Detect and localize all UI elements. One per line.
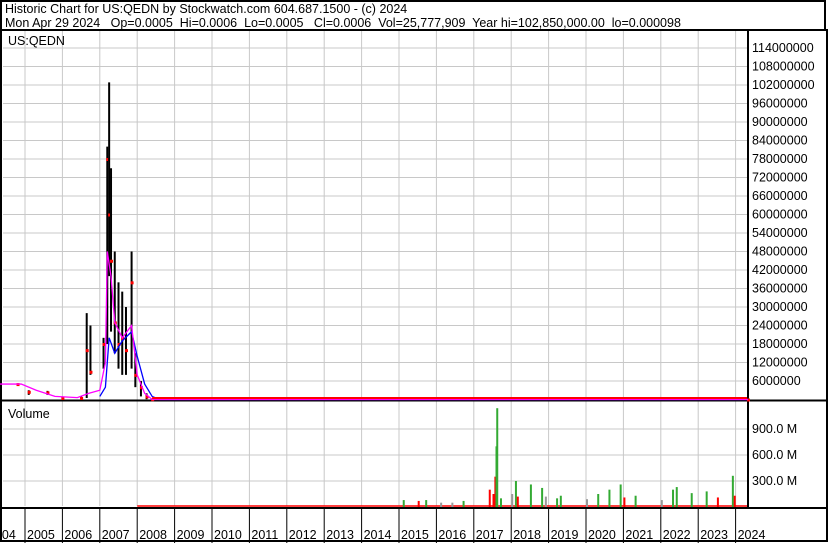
price-tick-label: 54000000 — [752, 226, 808, 240]
x-tick-label: 2013 — [326, 528, 354, 542]
x-tick-label: 2012 — [289, 528, 317, 542]
x-tick-label: 2008 — [139, 528, 167, 542]
volume-tick-label: 900.0 M — [752, 422, 797, 436]
volume-bar — [462, 500, 465, 507]
x-tick-label: 2007 — [102, 528, 130, 542]
volume-bar — [690, 493, 693, 507]
volume-bar — [492, 494, 495, 507]
volume-tick-label: 300.0 M — [752, 474, 797, 488]
close-dot — [27, 390, 31, 394]
price-tick-label: 42000000 — [752, 263, 808, 277]
close-dot — [80, 396, 84, 400]
price-tick-label: 72000000 — [752, 171, 808, 185]
price-tick-label: 12000000 — [752, 356, 808, 370]
volume-bar — [672, 489, 675, 507]
price-panel-title: US:QEDN — [8, 34, 65, 48]
price-tick-label: 18000000 — [752, 337, 808, 351]
x-tick-label: 2010 — [214, 528, 242, 542]
x-tick-label: 2009 — [177, 528, 205, 542]
volume-bar — [556, 498, 559, 507]
volume-bar — [660, 500, 663, 507]
price-tick-label: 6000000 — [752, 374, 801, 388]
volume-bar — [733, 495, 736, 507]
volume-bar — [499, 498, 502, 507]
volume-bar — [705, 491, 708, 507]
volume-bar — [608, 489, 611, 507]
x-tick-label: 2015 — [401, 528, 429, 542]
volume-bar — [529, 484, 532, 507]
volume-bar — [716, 497, 719, 507]
volume-bar — [634, 495, 637, 507]
x-tick-label: 2014 — [364, 528, 392, 542]
price-tick-label: 102000000 — [752, 78, 815, 92]
volume-bar — [451, 502, 454, 507]
chart-window: Historic Chart for US:QEDN by Stockwatch… — [0, 0, 830, 543]
price-tick-label: 90000000 — [752, 115, 808, 129]
x-tick-label: 2005 — [27, 528, 55, 542]
volume-bar — [675, 487, 678, 507]
volume-bar — [516, 496, 519, 507]
volume-bar — [559, 495, 562, 507]
price-tick-label: 30000000 — [752, 300, 808, 314]
price-tick-label: 36000000 — [752, 282, 808, 296]
volume-bar — [586, 499, 588, 507]
volume-panel-title: Volume — [8, 407, 50, 421]
close-dot — [89, 370, 93, 374]
x-tick-label: 2019 — [551, 528, 579, 542]
x-tick-label: 2017 — [476, 528, 504, 542]
price-tick-label: 48000000 — [752, 245, 808, 259]
price-tick-label: 108000000 — [752, 60, 815, 74]
x-tick-label: 2021 — [625, 528, 653, 542]
price-tick-label: 84000000 — [752, 134, 808, 148]
price-tick-label: 78000000 — [752, 152, 808, 166]
volume-bar — [541, 487, 544, 507]
volume-bar — [440, 502, 443, 507]
volume-bar — [544, 496, 547, 507]
volume-bar — [514, 481, 517, 507]
volume-bar — [619, 484, 622, 507]
price-tick-label: 60000000 — [752, 208, 808, 222]
volume-bar — [731, 475, 734, 507]
volume-bar — [425, 500, 428, 507]
price-tick-label: 114000000 — [752, 41, 814, 55]
x-tick-label: 2020 — [588, 528, 616, 542]
x-tick-label: 2018 — [513, 528, 541, 542]
chart-svg: 114000000 108000000 102000000 96000000 90000… — [0, 29, 828, 543]
price-tick-label: 24000000 — [752, 319, 808, 333]
volume-bar — [511, 494, 514, 507]
volume-bar — [597, 494, 600, 507]
close-dot — [130, 281, 134, 285]
volume-bar — [496, 408, 499, 507]
volume-bar — [402, 500, 405, 507]
close-dot — [124, 349, 128, 353]
x-tick-label: 2004 — [0, 528, 16, 542]
price-tick-label: 66000000 — [752, 189, 808, 203]
x-tick-label: 2011 — [251, 528, 278, 542]
close-dot — [110, 259, 114, 263]
volume-bar — [488, 489, 491, 507]
moving-average-long — [99, 330, 748, 401]
volume-bar — [623, 497, 626, 507]
chart-frame — [0, 29, 828, 542]
x-tick-label: 2016 — [438, 528, 466, 542]
close-dot — [85, 349, 89, 353]
x-tick-label: 2022 — [663, 528, 691, 542]
volume-bar — [417, 500, 420, 507]
price-tick-label: 96000000 — [752, 97, 808, 111]
x-tick-label: 2024 — [738, 528, 766, 542]
volume-tick-label: 600.0 M — [752, 448, 797, 462]
x-tick-label: 2023 — [700, 528, 728, 542]
x-tick-label: 2006 — [64, 528, 92, 542]
